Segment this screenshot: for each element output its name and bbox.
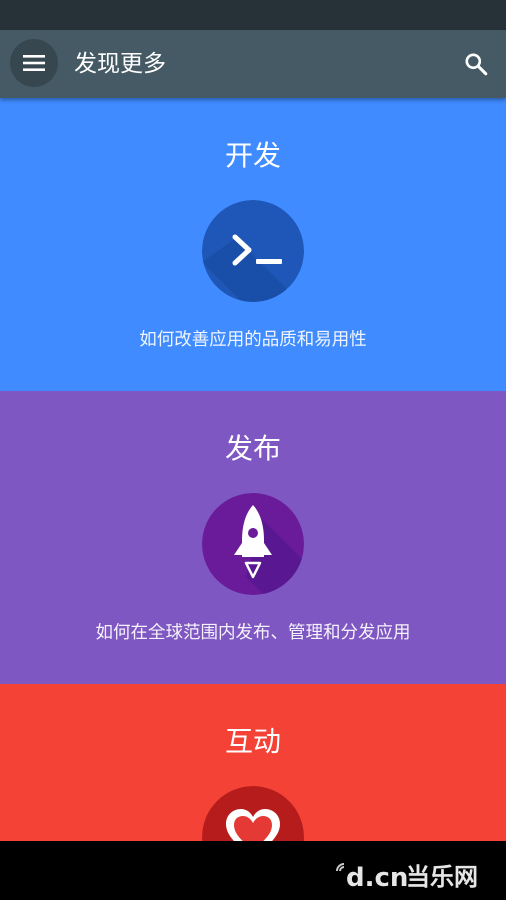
navigation-bar: d.cn 当乐网: [0, 841, 506, 900]
status-bar: [0, 0, 506, 30]
svg-text:d.cn: d.cn: [346, 863, 408, 891]
section-publish[interactable]: 发布 如何在全球范围内发布、管理和分发应用: [0, 391, 506, 684]
search-icon: [465, 53, 488, 76]
section-engage[interactable]: 互动: [0, 684, 506, 841]
svg-text:当乐网: 当乐网: [406, 863, 478, 891]
section-title: 互动: [224, 725, 281, 758]
section-description: 如何改善应用的品质和易用性: [139, 330, 367, 350]
rocket-icon: [202, 493, 304, 595]
section-title: 发布: [224, 432, 281, 465]
search-button[interactable]: [452, 40, 500, 88]
menu-icon: [23, 55, 45, 71]
heart-icon: [202, 786, 304, 841]
menu-button[interactable]: [10, 39, 58, 87]
watermark-logo: d.cn 当乐网: [336, 863, 478, 891]
terminal-icon: [202, 200, 304, 302]
section-develop[interactable]: 开发 如何改善应用的品质和易用性: [0, 98, 506, 391]
section-title: 开发: [224, 139, 281, 172]
section-description: 如何在全球范围内发布、管理和分发应用: [95, 623, 411, 643]
app-bar: 发现更多: [0, 30, 506, 98]
page-title: 发现更多: [74, 51, 166, 77]
